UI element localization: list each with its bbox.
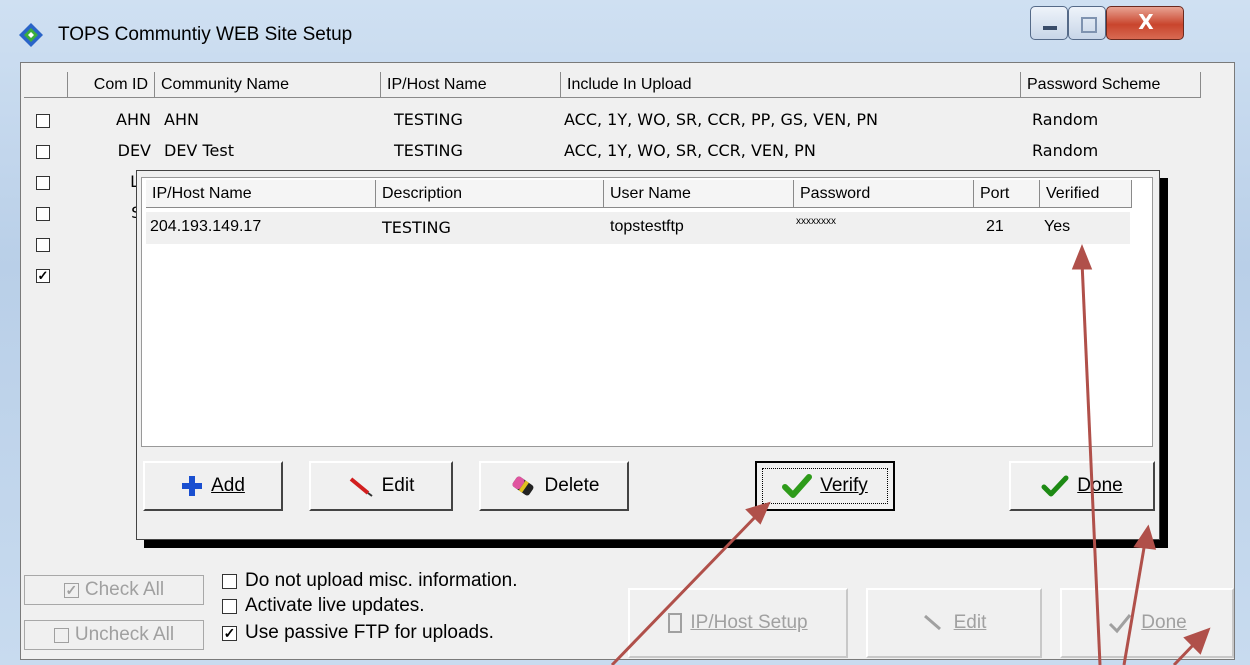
arrow-to-dialog-done (1122, 541, 1147, 665)
arrow-head-dialog-done (1133, 524, 1157, 550)
arrow-head-verified (1071, 243, 1093, 270)
arrow-to-verify (610, 510, 762, 665)
arrow-to-verified-yes (1080, 261, 1102, 665)
app-window: TOPS Communtiy WEB Site Setup X Com ID C… (0, 0, 1250, 665)
annotation-arrows (610, 243, 1211, 665)
